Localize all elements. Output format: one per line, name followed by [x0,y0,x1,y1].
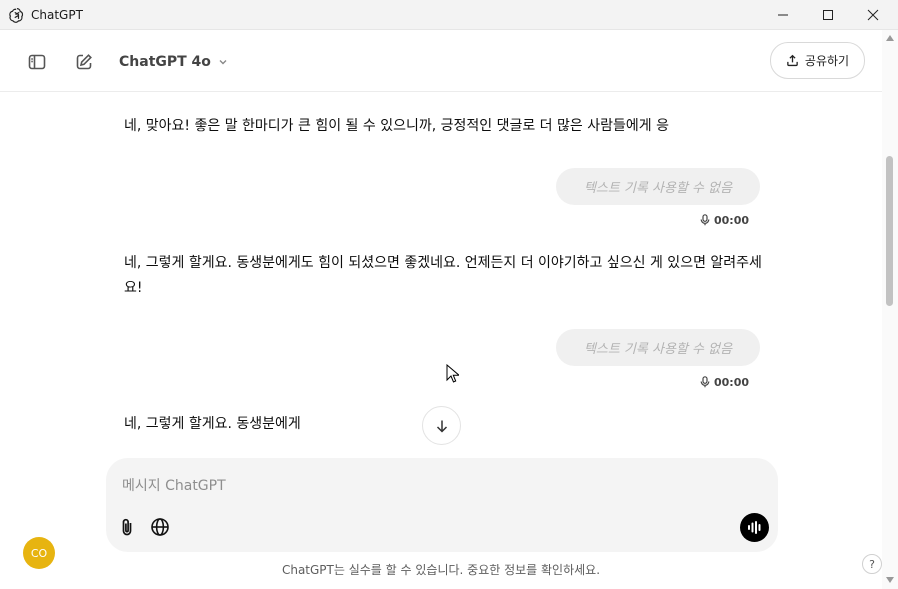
window-titlebar: ChatGPT [0,0,898,30]
maximize-button[interactable] [805,0,851,30]
close-icon [867,9,879,21]
voice-duration-text: 00:00 [714,213,750,227]
close-button[interactable] [850,0,896,30]
voice-duration: 00:00 [700,213,749,227]
assistant-message: 네, 맞아요! 좋은 말 한마디가 큰 힘이 될 수 있으니까, 긍정적인 댓글… [124,118,669,134]
model-switcher[interactable]: ChatGPT 4o [112,49,236,75]
scroll-down-arrow-icon[interactable] [886,577,894,583]
paperclip-icon [122,518,132,536]
voice-duration: 00:00 [700,375,749,389]
voice-duration-text: 00:00 [714,375,750,389]
microphone-icon [700,376,710,388]
user-voice-message: 텍스트 기록 사용할 수 없음 [556,168,760,205]
help-button[interactable]: ? [862,554,882,574]
scroll-to-bottom-button[interactable] [422,406,461,445]
sidebar-toggle-button[interactable] [22,47,52,77]
message-composer[interactable]: 메시지 ChatGPT [106,458,778,552]
scrollbar[interactable] [882,30,898,589]
share-label: 공유하기 [804,54,850,68]
disclaimer-text: ChatGPT는 실수를 할 수 있습니다. 중요한 정보를 확인하세요. [281,563,601,577]
globe-icon [151,518,169,536]
minimize-icon [778,14,788,16]
microphone-icon [700,214,710,226]
model-label: ChatGPT 4o [119,54,211,70]
new-chat-icon [76,54,92,70]
assistant-message: 네, 그렇게 할게요. 동생분에게도 힘이 되셨으면 좋겠네요. 언제든지 더 … [124,255,762,296]
sidebar-toggle-icon [28,54,46,70]
arrow-down-icon [436,420,447,433]
chevron-down-icon [219,60,227,65]
user-voice-message: 텍스트 기록 사용할 수 없음 [556,329,760,366]
share-upload-icon [787,54,798,67]
share-button[interactable]: 공유하기 [770,42,865,79]
mouse-cursor-icon [446,364,459,383]
attach-button[interactable] [117,516,139,538]
scroll-up-arrow-icon[interactable] [886,35,894,41]
voice-mode-button[interactable] [740,513,769,542]
minimize-button[interactable] [760,0,806,30]
new-chat-button[interactable] [69,47,99,77]
maximize-icon [823,10,833,20]
message-input[interactable]: 메시지 ChatGPT [122,475,226,495]
scrollbar-thumb[interactable] [886,156,893,306]
chat-header: ChatGPT 4o 공유하기 [0,30,882,92]
conversation-thread: 네, 맞아요! 좋은 말 한마디가 큰 힘이 될 수 있으니까, 긍정적인 댓글… [0,92,882,452]
voice-waveform-icon [748,521,761,534]
window-title: ChatGPT [31,8,83,22]
web-search-button[interactable] [149,516,171,538]
openai-logo-icon [8,6,26,24]
